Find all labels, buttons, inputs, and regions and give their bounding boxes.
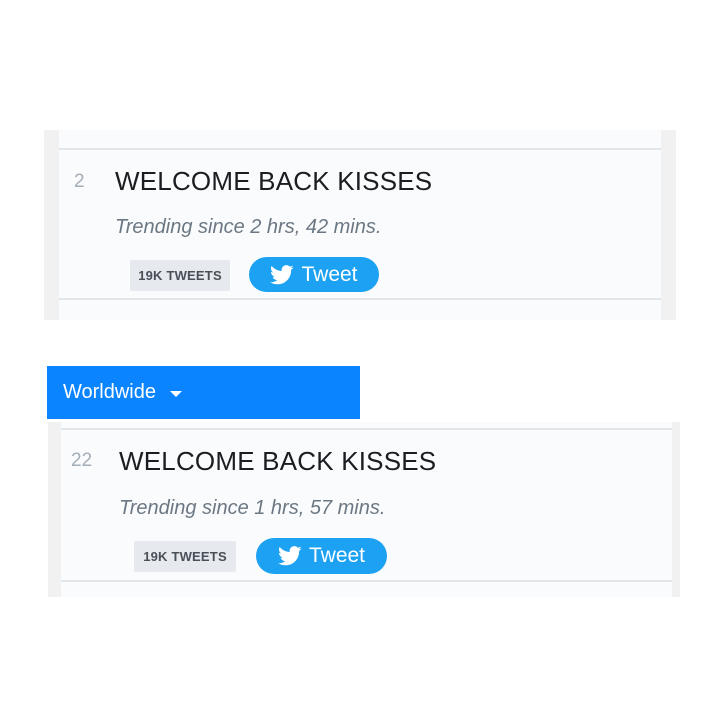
trend-card: 2 WELCOME BACK KISSES Trending since 2 h… — [59, 130, 661, 320]
trend-card: 22 WELCOME BACK KISSES Trending since 1 … — [61, 422, 672, 597]
trend-panel-2: 22 WELCOME BACK KISSES Trending since 1 … — [48, 422, 680, 597]
tweet-button-label: Tweet — [301, 262, 358, 286]
trend-rank: 22 — [71, 450, 93, 471]
trend-name[interactable]: WELCOME BACK KISSES — [119, 446, 436, 477]
tweet-button[interactable]: Tweet — [249, 257, 379, 292]
tweet-button-label: Tweet — [308, 544, 366, 567]
trend-since-text: Trending since 1 hrs, 57 mins. — [119, 497, 386, 519]
trend-rank: 2 — [74, 171, 85, 192]
tweet-button[interactable]: Tweet — [256, 538, 387, 574]
tweet-count-badge: 19K TWEETS — [134, 541, 236, 572]
tweet-count-badge: 19K TWEETS — [130, 260, 230, 291]
trend-panel-1: 2 WELCOME BACK KISSES Trending since 2 h… — [44, 130, 676, 320]
trend-name[interactable]: WELCOME BACK KISSES — [115, 166, 432, 197]
row-divider — [59, 298, 661, 300]
twitter-bird-icon — [277, 546, 302, 566]
row-divider — [61, 580, 672, 582]
region-dropdown[interactable]: Worldwide — [47, 366, 360, 419]
row-divider — [59, 148, 661, 150]
row-divider — [61, 428, 672, 430]
twitter-bird-icon — [270, 264, 295, 284]
caret-down-icon — [170, 390, 182, 397]
trend-since-text: Trending since 2 hrs, 42 mins. — [115, 216, 382, 238]
region-label: Worldwide — [63, 381, 156, 403]
